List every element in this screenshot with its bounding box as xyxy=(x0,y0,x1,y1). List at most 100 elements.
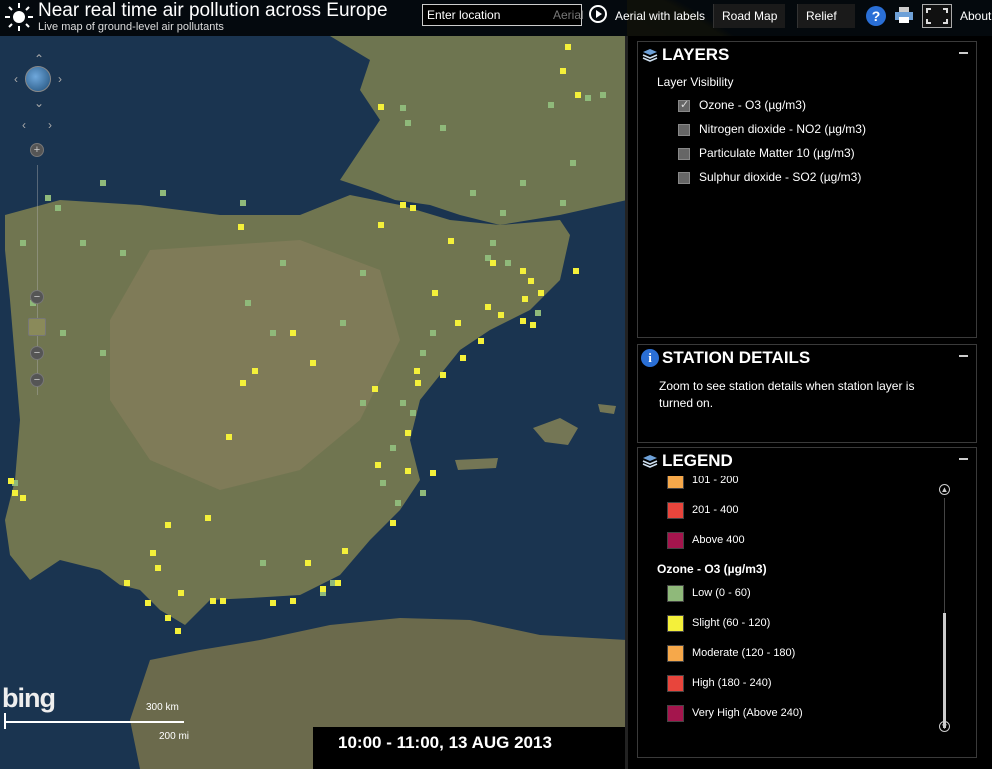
station-marker[interactable] xyxy=(270,600,276,606)
zoom-slider-handle-icon[interactable] xyxy=(28,318,46,336)
station-marker[interactable] xyxy=(120,250,126,256)
station-marker[interactable] xyxy=(378,222,384,228)
station-marker[interactable] xyxy=(528,278,534,284)
station-marker[interactable] xyxy=(378,104,384,110)
aerial-with-labels-button[interactable]: Aerial with labels xyxy=(607,4,713,28)
station-marker[interactable] xyxy=(460,355,466,361)
station-marker[interactable] xyxy=(498,312,504,318)
pan-down-icon[interactable]: ⌄ xyxy=(34,96,44,110)
station-marker[interactable] xyxy=(80,240,86,246)
station-marker[interactable] xyxy=(560,68,566,74)
station-marker[interactable] xyxy=(530,322,536,328)
station-marker[interactable] xyxy=(430,470,436,476)
station-marker[interactable] xyxy=(270,330,276,336)
station-marker[interactable] xyxy=(178,590,184,596)
scroll-down-icon[interactable]: ▼ xyxy=(939,721,950,732)
station-marker[interactable] xyxy=(210,598,216,604)
station-marker[interactable] xyxy=(415,380,421,386)
fullscreen-icon[interactable] xyxy=(922,4,952,28)
station-marker[interactable] xyxy=(305,560,311,566)
station-marker[interactable] xyxy=(375,462,381,468)
station-marker[interactable] xyxy=(335,580,341,586)
station-marker[interactable] xyxy=(478,338,484,344)
station-marker[interactable] xyxy=(145,600,151,606)
station-marker[interactable] xyxy=(240,200,246,206)
station-marker[interactable] xyxy=(205,515,211,521)
station-marker[interactable] xyxy=(20,495,26,501)
station-marker[interactable] xyxy=(165,522,171,528)
no2-checkbox[interactable] xyxy=(678,124,690,136)
station-marker[interactable] xyxy=(420,490,426,496)
station-marker[interactable] xyxy=(520,180,526,186)
station-marker[interactable] xyxy=(238,224,244,230)
pan-right-icon[interactable]: › xyxy=(58,72,62,86)
station-marker[interactable] xyxy=(405,468,411,474)
station-marker[interactable] xyxy=(560,200,566,206)
station-marker[interactable] xyxy=(485,304,491,310)
ozone-checkbox[interactable] xyxy=(678,98,690,112)
legend-minimize-icon[interactable] xyxy=(959,458,968,460)
station-marker[interactable] xyxy=(372,386,378,392)
station-marker[interactable] xyxy=(500,210,506,216)
station-marker[interactable] xyxy=(390,445,396,451)
station-marker[interactable] xyxy=(538,290,544,296)
station-marker[interactable] xyxy=(100,350,106,356)
play-icon[interactable] xyxy=(589,5,607,23)
station-marker[interactable] xyxy=(252,368,258,374)
station-marker[interactable] xyxy=(600,92,606,98)
station-marker[interactable] xyxy=(585,95,591,101)
pan-up-icon[interactable]: ⌃ xyxy=(34,52,44,66)
station-marker[interactable] xyxy=(400,202,406,208)
station-marker[interactable] xyxy=(490,260,496,266)
station-marker[interactable] xyxy=(175,628,181,634)
station-marker[interactable] xyxy=(290,598,296,604)
station-marker[interactable] xyxy=(160,190,166,196)
station-marker[interactable] xyxy=(245,300,251,306)
station-marker[interactable] xyxy=(280,260,286,266)
station-marker[interactable] xyxy=(165,615,171,621)
station-marker[interactable] xyxy=(440,125,446,131)
scroll-up-icon[interactable]: ▲ xyxy=(939,484,950,495)
station-marker[interactable] xyxy=(548,102,554,108)
rotate-left-icon[interactable]: ‹ xyxy=(22,118,26,132)
rotate-right-icon[interactable]: › xyxy=(48,118,52,132)
station-marker[interactable] xyxy=(20,240,26,246)
station-marker[interactable] xyxy=(505,260,511,266)
station-marker[interactable] xyxy=(226,434,232,440)
station-marker[interactable] xyxy=(414,368,420,374)
station-marker[interactable] xyxy=(310,360,316,366)
station-details-minimize-icon[interactable] xyxy=(959,355,968,357)
zoom-track[interactable] xyxy=(37,165,38,395)
zoom-out-level-icon[interactable]: − xyxy=(30,346,44,360)
station-marker[interactable] xyxy=(405,120,411,126)
station-marker[interactable] xyxy=(565,44,571,50)
station-marker[interactable] xyxy=(400,400,406,406)
station-marker[interactable] xyxy=(448,238,454,244)
print-icon[interactable] xyxy=(894,6,914,24)
zoom-level-icon[interactable]: − xyxy=(30,290,44,304)
station-marker[interactable] xyxy=(155,565,161,571)
pm10-checkbox[interactable] xyxy=(678,148,690,160)
station-marker[interactable] xyxy=(522,296,528,302)
station-marker[interactable] xyxy=(360,400,366,406)
station-marker[interactable] xyxy=(290,330,296,336)
station-marker[interactable] xyxy=(320,586,326,592)
station-marker[interactable] xyxy=(405,430,411,436)
station-marker[interactable] xyxy=(455,320,461,326)
station-marker[interactable] xyxy=(240,380,246,386)
station-marker[interactable] xyxy=(520,318,526,324)
station-marker[interactable] xyxy=(490,240,496,246)
panel-collapse-handle[interactable] xyxy=(625,36,628,769)
station-marker[interactable] xyxy=(520,268,526,274)
about-link[interactable]: About xyxy=(960,9,991,23)
station-marker[interactable] xyxy=(150,550,156,556)
station-marker[interactable] xyxy=(390,520,396,526)
station-marker[interactable] xyxy=(380,480,386,486)
station-marker[interactable] xyxy=(260,560,266,566)
station-marker[interactable] xyxy=(410,410,416,416)
station-marker[interactable] xyxy=(410,205,416,211)
station-marker[interactable] xyxy=(360,270,366,276)
station-marker[interactable] xyxy=(45,195,51,201)
station-marker[interactable] xyxy=(575,92,581,98)
layers-minimize-icon[interactable] xyxy=(959,52,968,54)
